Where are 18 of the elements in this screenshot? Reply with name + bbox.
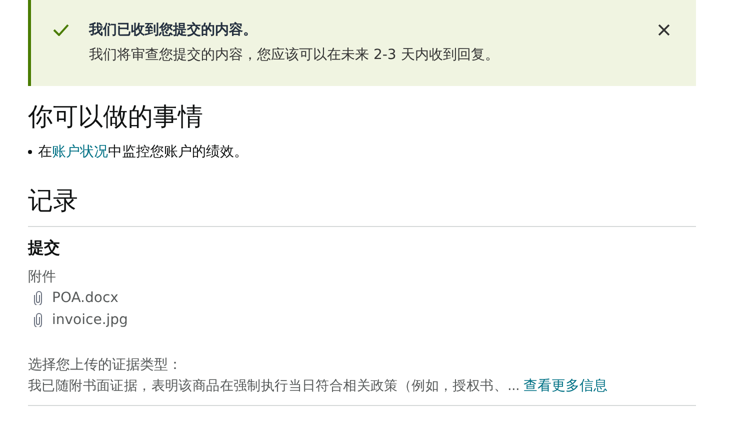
paperclip-icon	[34, 291, 42, 305]
checkmark-icon	[53, 24, 69, 36]
close-button[interactable]	[656, 22, 672, 38]
banner-title: 我们已收到您提交的内容。	[89, 20, 258, 40]
evidence-text: 我已随附书面证据，表明该商品在强制执行当日符合相关政策（例如，授权书、...	[28, 377, 520, 396]
section-heading: 你可以做的事情	[28, 101, 204, 133]
bullet-icon	[28, 150, 32, 154]
bullet-text: 在账户状况中监控您账户的绩效。	[38, 143, 248, 162]
see-more-link[interactable]: 查看更多信息	[523, 375, 608, 397]
evidence-label: 选择您上传的证据类型：	[28, 356, 183, 375]
attachments-label: 附件	[28, 268, 57, 287]
attachment-link[interactable]: invoice.jpg	[52, 310, 128, 330]
account-health-link[interactable]: 账户状况	[52, 144, 108, 160]
banner-message: 我们将审查您提交的内容，您应该可以在未来 2-3 天内收到回复。	[89, 46, 500, 65]
attachment-link[interactable]: POA.docx	[52, 288, 118, 308]
submission-title: 提交	[28, 237, 61, 259]
paperclip-icon	[34, 313, 42, 327]
section-heading: 记录	[28, 185, 79, 217]
